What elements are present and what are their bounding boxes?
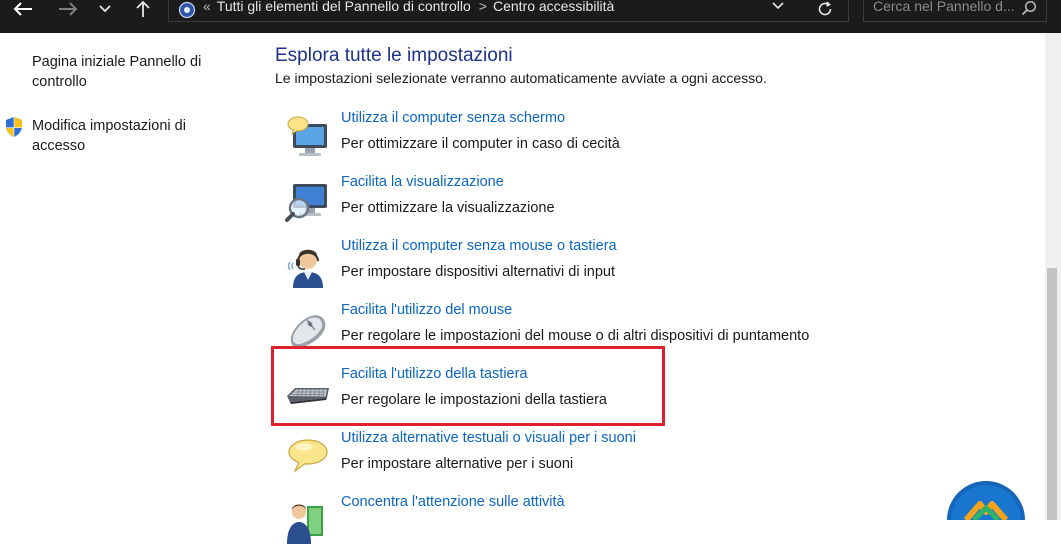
address-bar[interactable]: «Tutti gli elementi del Pannello di cont…: [168, 0, 849, 22]
option-link[interactable]: Utilizza alternative testuali o visuali …: [341, 430, 636, 446]
option-description: Per regolare le impostazioni del mouse o…: [341, 328, 810, 344]
option-link[interactable]: Utilizza il computer senza schermo: [341, 110, 565, 126]
refresh-icon[interactable]: [817, 1, 833, 17]
up-button[interactable]: [132, 0, 154, 18]
arrow-up-icon: [136, 0, 150, 17]
option-easier-to-see: Facilita la visualizzazione Per ottimizz…: [285, 174, 865, 230]
arrow-right-icon: [59, 2, 78, 16]
option-description: Per impostare alternative per i suoni: [341, 456, 574, 472]
search-input[interactable]: Cerca nel Pannello d...: [863, 0, 1047, 22]
breadcrumb-ease-of-access[interactable]: Centro accessibilità: [493, 0, 614, 14]
highlight-box: [271, 346, 665, 426]
option-no-display: Utilizza il computer senza schermo Per o…: [285, 110, 865, 166]
arrow-left-icon: [13, 2, 32, 16]
option-description: Per ottimizzare la visualizzazione: [341, 200, 555, 216]
chevron-down-icon: [99, 5, 111, 13]
option-no-mouse-keyboard: Utilizza il computer senza mouse o tasti…: [285, 238, 865, 294]
option-description: Per ottimizzare il computer in caso di c…: [341, 136, 620, 152]
uac-shield-icon: [6, 117, 22, 137]
control-panel-icon: [178, 1, 196, 19]
option-link[interactable]: Utilizza il computer senza mouse o tasti…: [341, 238, 617, 254]
option-focus-tasks: Concentra l'attenzione sulle attività: [285, 494, 865, 550]
address-toolbar: «Tutti gli elementi del Pannello di cont…: [0, 0, 1061, 33]
back-button[interactable]: [10, 0, 36, 18]
forward-button[interactable]: [55, 0, 81, 18]
monitor-speech-icon: [287, 116, 327, 156]
address-dropdown-icon[interactable]: [771, 1, 785, 11]
monitor-magnifier-icon: [285, 184, 327, 222]
change-signin-settings-link[interactable]: Modifica impostazioni di accesso: [32, 116, 222, 156]
option-sound-alternatives: Utilizza alternative testuali o visuali …: [285, 430, 865, 486]
option-link[interactable]: Facilita l'utilizzo del mouse: [341, 302, 512, 318]
option-link[interactable]: Concentra l'attenzione sulle attività: [341, 494, 565, 510]
search-icon: [1021, 0, 1037, 16]
option-description: Per impostare dispositivi alternativi di…: [341, 264, 616, 280]
option-link[interactable]: Facilita la visualizzazione: [341, 174, 504, 190]
person-book-icon: [287, 504, 323, 544]
scrollbar-thumb[interactable]: [1047, 268, 1057, 520]
search-placeholder: Cerca nel Pannello d...: [873, 0, 1015, 14]
page-subtitle: Le impostazioni selezionate verranno aut…: [275, 70, 767, 86]
breadcrumb-control-panel-items[interactable]: Tutti gli elementi del Pannello di contr…: [217, 0, 471, 14]
left-navigation-pane: Pagina iniziale Pannello di controllo Mo…: [0, 33, 250, 520]
recent-locations-button[interactable]: [95, 0, 115, 18]
speech-bubble-icon: [288, 439, 328, 473]
person-headset-icon: [287, 249, 323, 288]
control-panel-home-link[interactable]: Pagina iniziale Pannello di controllo: [32, 52, 222, 92]
watermark-logo-icon: [947, 481, 1025, 520]
page-title: Esplora tutte le impostazioni: [275, 45, 513, 66]
